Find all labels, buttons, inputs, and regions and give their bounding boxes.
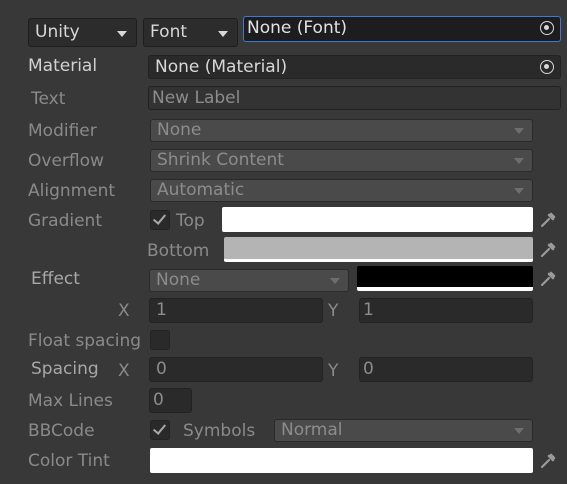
effect-dropdown-value: None xyxy=(156,270,201,290)
object-picker-target-icon[interactable] xyxy=(540,60,554,74)
font-object-value: None (Font) xyxy=(247,18,348,38)
chevron-down-icon xyxy=(218,31,228,37)
float-spacing-label: Float spacing xyxy=(28,331,142,351)
effect-x-value: 1 xyxy=(156,300,167,320)
effect-y-label: Y xyxy=(328,301,339,321)
spacing-label: Spacing xyxy=(31,359,99,379)
symbols-dropdown[interactable]: Normal xyxy=(274,419,533,442)
modifier-dropdown-value: None xyxy=(157,120,202,140)
modifier-label: Modifier xyxy=(28,121,97,141)
object-picker-target-icon[interactable] xyxy=(540,21,554,35)
material-object-field[interactable]: None (Material) xyxy=(148,55,561,79)
eyedropper-icon[interactable] xyxy=(538,240,558,260)
gradient-top-color-field[interactable] xyxy=(222,207,533,232)
material-label: Material xyxy=(28,56,98,76)
eyedropper-icon[interactable] xyxy=(538,210,558,230)
chevron-down-icon xyxy=(514,128,524,134)
gradient-checkbox[interactable] xyxy=(150,210,170,230)
modifier-dropdown[interactable]: None xyxy=(150,119,533,142)
eyedropper-icon[interactable] xyxy=(538,269,558,289)
text-input-placeholder: New Label xyxy=(152,88,241,108)
effect-dropdown[interactable]: None xyxy=(149,269,349,292)
symbols-dropdown-value: Normal xyxy=(281,420,343,440)
text-label: Text xyxy=(31,89,66,109)
alignment-dropdown[interactable]: Automatic xyxy=(150,179,533,202)
color-tint-label: Color Tint xyxy=(28,451,110,471)
effect-x-input[interactable]: 1 xyxy=(149,298,323,323)
overflow-dropdown-value: Shrink Content xyxy=(157,150,284,170)
spacing-y-label: Y xyxy=(328,361,339,381)
gradient-bottom-color-field[interactable] xyxy=(224,237,533,262)
max-lines-label: Max Lines xyxy=(28,391,113,411)
effect-y-input[interactable]: 1 xyxy=(359,298,533,323)
spacing-y-input[interactable]: 0 xyxy=(359,357,533,382)
chevron-down-icon xyxy=(330,278,340,284)
chevron-down-icon xyxy=(514,428,524,434)
effect-y-value: 1 xyxy=(363,300,374,320)
unity-dropdown[interactable]: Unity xyxy=(28,18,137,47)
font-object-field[interactable]: None (Font) xyxy=(243,16,561,42)
max-lines-value: 0 xyxy=(153,390,164,410)
float-spacing-checkbox[interactable] xyxy=(150,330,170,350)
overflow-dropdown[interactable]: Shrink Content xyxy=(150,149,533,172)
bbcode-label: BBCode xyxy=(28,421,95,441)
color-tint-field[interactable] xyxy=(150,448,533,473)
chevron-down-icon xyxy=(514,158,524,164)
symbols-label: Symbols xyxy=(183,421,256,441)
checkmark-icon xyxy=(152,421,167,435)
eyedropper-icon[interactable] xyxy=(538,451,558,471)
alignment-dropdown-value: Automatic xyxy=(157,180,245,200)
font-type-dropdown[interactable]: Font xyxy=(143,18,238,47)
checkmark-icon xyxy=(152,211,167,225)
effect-color-field[interactable] xyxy=(357,266,533,291)
spacing-x-label: X xyxy=(118,361,130,381)
font-type-dropdown-label: Font xyxy=(150,22,188,42)
material-object-value: None (Material) xyxy=(155,57,288,77)
overflow-label: Overflow xyxy=(28,151,104,171)
spacing-x-input[interactable]: 0 xyxy=(149,357,323,382)
chevron-down-icon xyxy=(514,188,524,194)
spacing-y-value: 0 xyxy=(363,359,374,379)
spacing-x-value: 0 xyxy=(156,359,167,379)
gradient-label: Gradient xyxy=(28,211,102,231)
alignment-label: Alignment xyxy=(28,181,116,201)
text-input[interactable]: New Label xyxy=(148,86,561,110)
gradient-top-label: Top xyxy=(176,211,205,231)
effect-x-label: X xyxy=(118,301,130,321)
chevron-down-icon xyxy=(117,31,127,37)
unity-dropdown-label: Unity xyxy=(35,22,80,42)
max-lines-input[interactable]: 0 xyxy=(149,388,192,413)
bbcode-checkbox[interactable] xyxy=(150,420,170,440)
gradient-bottom-label: Bottom xyxy=(147,241,210,261)
effect-label: Effect xyxy=(31,269,80,289)
